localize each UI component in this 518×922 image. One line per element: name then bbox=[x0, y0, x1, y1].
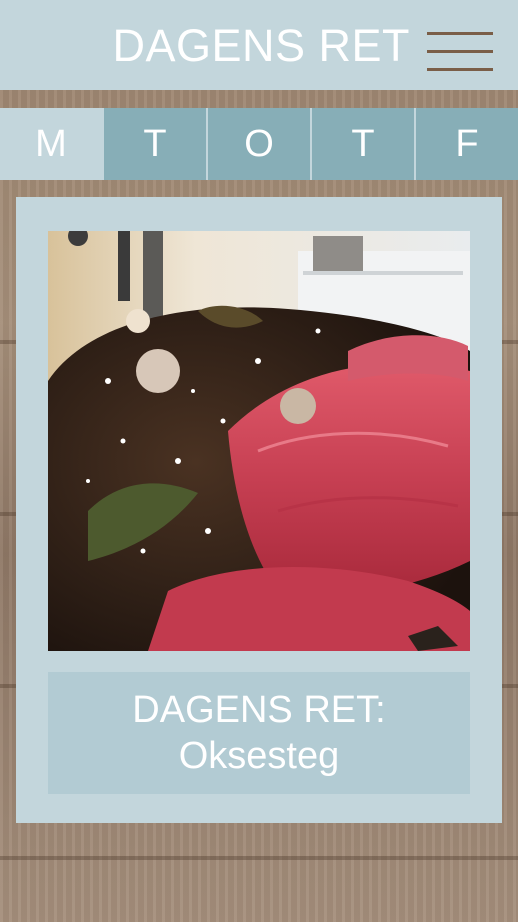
dish-caption: DAGENS RET: Oksesteg bbox=[48, 672, 470, 794]
menu-line bbox=[427, 32, 493, 35]
tab-wednesday[interactable]: O bbox=[206, 108, 310, 180]
menu-line bbox=[427, 50, 493, 53]
dish-name: Oksesteg bbox=[178, 735, 340, 777]
tab-monday[interactable]: M bbox=[0, 108, 102, 180]
menu-line bbox=[427, 68, 493, 71]
dish-photo bbox=[48, 231, 470, 651]
app-header: DAGENS RET bbox=[0, 0, 518, 90]
dish-card: DAGENS RET: Oksesteg bbox=[16, 197, 502, 823]
caption-title: DAGENS RET: bbox=[132, 689, 386, 731]
tab-thursday[interactable]: T bbox=[310, 108, 414, 180]
weekday-tabs: M T O T F bbox=[0, 108, 518, 180]
tab-tuesday[interactable]: T bbox=[102, 108, 206, 180]
page-title: DAGENS RET bbox=[112, 20, 410, 71]
hamburger-menu-icon[interactable] bbox=[424, 28, 496, 74]
tab-friday[interactable]: F bbox=[414, 108, 518, 180]
